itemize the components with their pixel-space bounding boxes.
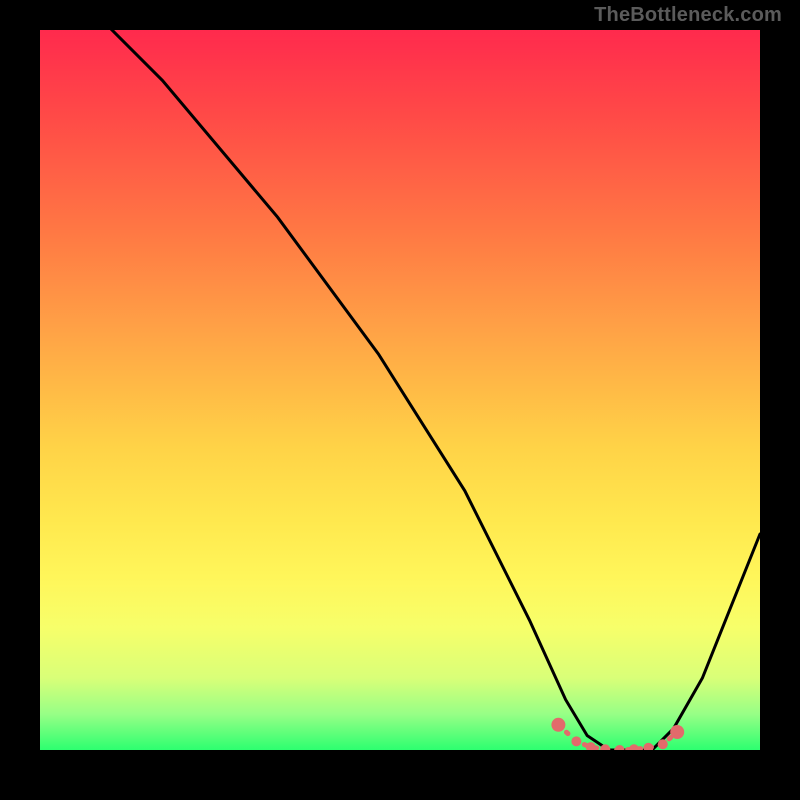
optimal-marker-dot <box>571 736 581 746</box>
optimal-marker-dot <box>643 743 653 750</box>
bottleneck-curve-path <box>40 30 760 750</box>
optimal-marker-dot <box>629 744 639 750</box>
plot-area <box>40 30 760 750</box>
watermark-text: TheBottleneck.com <box>594 4 782 27</box>
optimal-marker-dot <box>670 725 684 739</box>
optimal-marker-dot <box>658 739 668 749</box>
chart-stage: TheBottleneck.com <box>0 0 800 800</box>
optimal-marker-group <box>551 718 684 750</box>
optimal-marker-dot <box>551 718 565 732</box>
optimal-marker-dot <box>615 745 625 750</box>
curve-svg <box>40 30 760 750</box>
